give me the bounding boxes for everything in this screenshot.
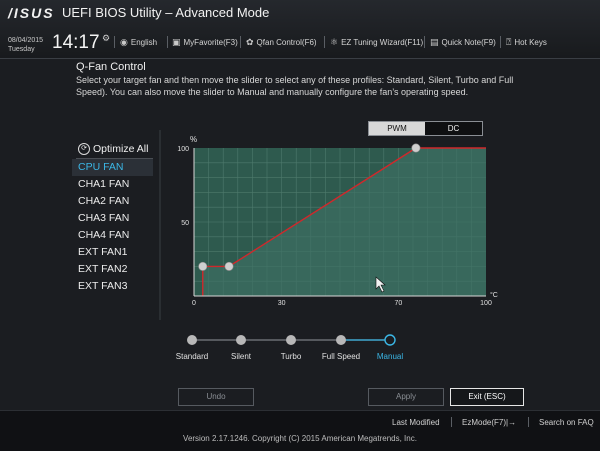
x-tick-label: 0 [192, 300, 196, 307]
curve-control-point-3[interactable] [411, 143, 421, 153]
profile-knob-silent[interactable] [236, 335, 246, 345]
y-tick-label: 100 [177, 146, 189, 153]
profile-label-turbo[interactable]: Turbo [281, 352, 302, 361]
profile-knob-manual[interactable] [384, 334, 396, 346]
footer-bar [0, 410, 600, 451]
exit-button[interactable]: Exit (ESC) [450, 388, 524, 406]
profile-knob-full-speed[interactable] [336, 335, 346, 345]
last-modified-button[interactable]: Last Modified [392, 418, 440, 427]
profile-knob-standard[interactable] [187, 335, 197, 345]
x-tick-label: 70 [395, 300, 403, 307]
x-axis-label: °C [490, 291, 498, 299]
profile-label-silent[interactable]: Silent [231, 352, 251, 361]
version-text: Version 2.17.1246. Copyright (C) 2015 Am… [183, 434, 417, 443]
ezmode-button[interactable]: EzMode(F7)|→ [462, 418, 516, 427]
y-axis-label: % [190, 135, 197, 144]
profile-label-manual[interactable]: Manual [377, 352, 403, 361]
fan-curve-chart[interactable]: % °C 0 30 70 100 50 100 [0, 0, 600, 330]
profile-slider[interactable] [176, 330, 416, 370]
profile-knob-turbo[interactable] [286, 335, 296, 345]
apply-button[interactable]: Apply [368, 388, 444, 406]
footer-separator [451, 417, 452, 427]
profile-label-standard[interactable]: Standard [176, 352, 208, 361]
x-tick-label: 100 [480, 300, 492, 307]
search-faq-button[interactable]: Search on FAQ [539, 418, 594, 427]
footer-separator [528, 417, 529, 427]
curve-control-point-1[interactable] [198, 261, 208, 271]
y-tick-label: 50 [181, 220, 189, 227]
undo-button[interactable]: Undo [178, 388, 254, 406]
curve-control-point-2[interactable] [224, 261, 234, 271]
profile-label-full-speed[interactable]: Full Speed [322, 352, 360, 361]
x-tick-label: 30 [278, 300, 286, 307]
